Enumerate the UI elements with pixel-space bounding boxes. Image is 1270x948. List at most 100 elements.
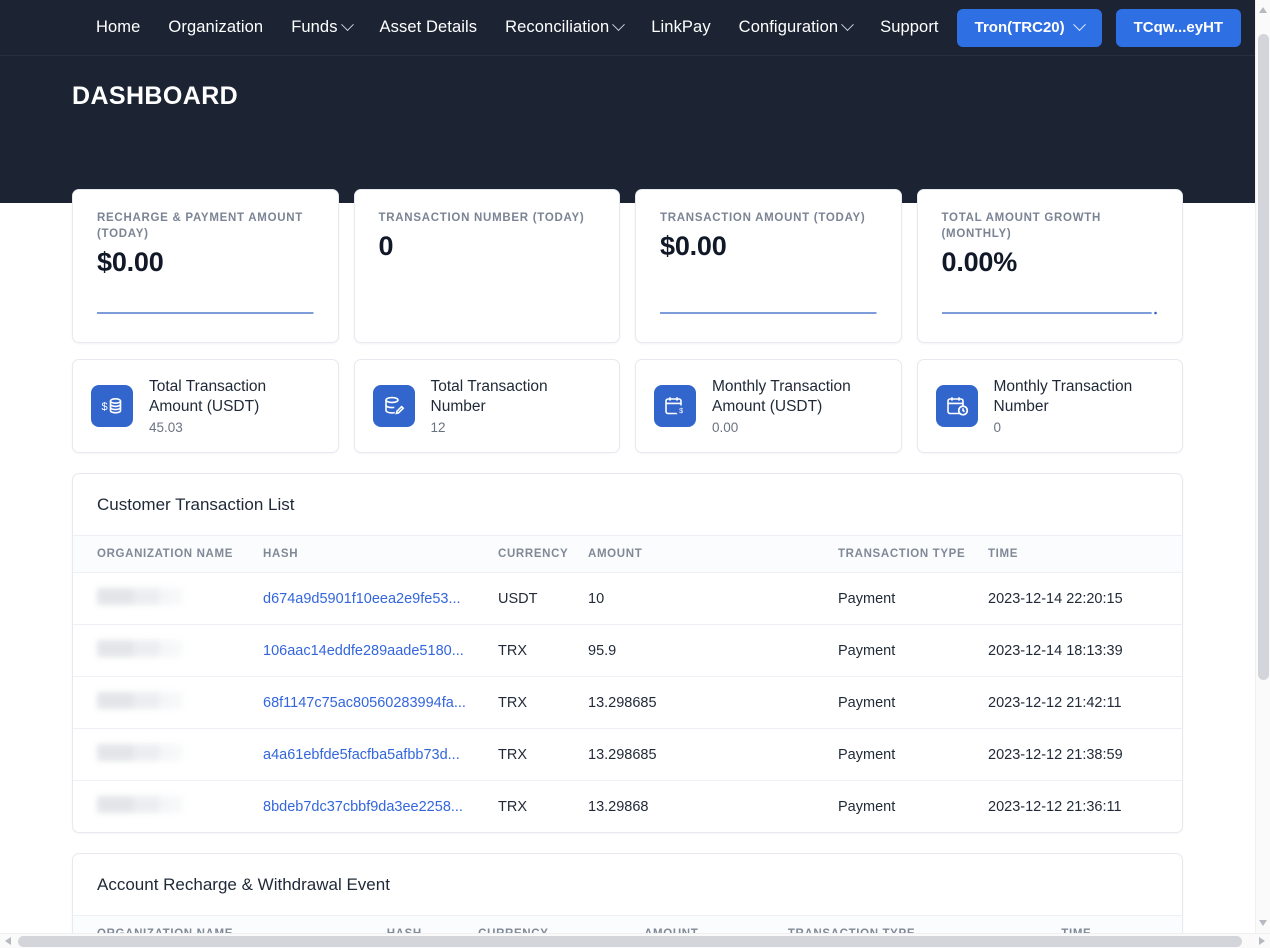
hash-link[interactable]: d674a9d5901f10eea2e9fe53... xyxy=(263,591,461,607)
database-edit-icon xyxy=(372,385,415,427)
summary-card-value: 0.00 xyxy=(712,420,739,435)
stat-card-label: TRANSACTION AMOUNT (TODAY) xyxy=(660,212,866,224)
column-header-currency[interactable]: CURRENCY xyxy=(498,536,588,573)
cell-currency: TRX xyxy=(498,624,588,677)
cell-time: 2023-12-14 22:20:15 xyxy=(988,572,1182,625)
panel-title: Account Recharge & Withdrawal Event xyxy=(73,854,1182,916)
summary-card-title: Total Transaction Amount (USDT) xyxy=(149,378,267,415)
column-header-time[interactable]: TIME xyxy=(988,536,1182,573)
cell-amount: 95.9 xyxy=(588,624,838,677)
svg-text:$: $ xyxy=(679,406,683,415)
nav-item-funds[interactable]: Funds xyxy=(291,18,354,37)
cell-amount: 10 xyxy=(588,572,838,625)
summary-card-value: 12 xyxy=(430,420,446,435)
svg-text:$: $ xyxy=(102,401,108,413)
cell-time: 2023-12-14 18:13:39 xyxy=(988,624,1182,677)
summary-card-text: Total Transaction Number 12 xyxy=(431,377,602,435)
browser-viewport: Home Organization Funds Asset Details Re… xyxy=(0,0,1270,948)
table-header: ORGANIZATION NAME HASH CURRENCY AMOUNT T… xyxy=(73,536,1182,573)
horizontal-scrollbar[interactable] xyxy=(0,933,1270,948)
calendar-dollar-icon: $ xyxy=(654,385,696,427)
calendar-clock-icon xyxy=(935,385,978,427)
scroll-down-arrow-icon[interactable] xyxy=(1259,920,1267,926)
nav-item-label: Support xyxy=(880,18,939,36)
cell-amount: 13.298685 xyxy=(588,728,838,781)
cell-currency: TRX xyxy=(498,676,588,729)
cell-hash: 106aac14eddfe289aade5180... xyxy=(263,624,498,677)
cell-transaction-type: Payment xyxy=(838,728,988,781)
chevron-down-icon xyxy=(340,18,354,32)
cell-organization-name xyxy=(73,624,263,677)
nav-item-linkpay[interactable]: LinkPay xyxy=(651,18,710,37)
scroll-up-arrow-icon[interactable] xyxy=(1259,7,1267,13)
scroll-right-arrow-icon[interactable] xyxy=(1259,937,1265,945)
vertical-scrollbar[interactable] xyxy=(1255,0,1270,933)
top-navbar: Home Organization Funds Asset Details Re… xyxy=(0,0,1255,56)
table-header-row: ORGANIZATION NAME HASH CURRENCY AMOUNT T… xyxy=(73,536,1182,573)
cell-organization-name xyxy=(73,572,263,625)
hash-link[interactable]: 8bdeb7dc37cbbf9da3ee2258... xyxy=(263,799,463,815)
cell-currency: TRX xyxy=(498,728,588,781)
cell-transaction-type: Payment xyxy=(838,572,988,625)
cell-hash: d674a9d5901f10eea2e9fe53... xyxy=(263,572,498,625)
redacted-organization-name xyxy=(97,744,183,761)
summary-card-text: Monthly Transaction Number 0 xyxy=(994,377,1165,435)
chevron-down-icon xyxy=(841,18,854,32)
cell-transaction-type: Payment xyxy=(838,798,896,815)
sparkline-chart xyxy=(97,312,314,314)
cell-organization-name xyxy=(73,728,263,781)
stat-card-label: TRANSACTION NUMBER (TODAY) xyxy=(378,212,585,224)
nav-item-label: Organization xyxy=(168,18,264,36)
network-selector-button[interactable]: Tron(TRC20) xyxy=(956,8,1102,47)
cell-time: 2023-12-12 21:42:11 xyxy=(988,676,1182,729)
panel-title: Customer Transaction List xyxy=(73,474,1182,536)
hash-link[interactable]: a4a61ebfde5facfba5afbb73d... xyxy=(263,747,460,763)
cell-organization-name xyxy=(73,676,263,729)
chevron-down-icon xyxy=(612,18,626,32)
stat-card-transaction-amount-today: TRANSACTION AMOUNT (TODAY) $0.00 xyxy=(635,189,902,343)
scroll-left-arrow-icon[interactable] xyxy=(5,937,11,945)
cell-organization-name xyxy=(73,781,263,833)
stat-card-recharge-payment-amount: RECHARGE & PAYMENT AMOUNT (TODAY) $0.00 xyxy=(72,189,339,343)
dashboard-content: RECHARGE & PAYMENT AMOUNT (TODAY) $0.00 … xyxy=(0,56,1255,948)
summary-card-total-transaction-amount: $ Total Transaction Amount (USDT) 45.03 xyxy=(72,359,339,453)
summary-card-title: Total Transaction Number xyxy=(430,378,548,415)
stat-card-label: RECHARGE & PAYMENT AMOUNT (TODAY) xyxy=(97,212,304,240)
stat-card-value: $0.00 xyxy=(97,247,164,277)
table-row[interactable]: 8bdeb7dc37cbbf9da3ee2258... TRX 13.29868… xyxy=(73,781,1182,833)
column-header-amount[interactable]: AMOUNT xyxy=(588,536,838,573)
table-row[interactable]: a4a61ebfde5facfba5afbb73d... TRX 13.2986… xyxy=(73,728,1182,781)
table-row[interactable]: 68f1147c75ac80560283994fa... TRX 13.2986… xyxy=(73,676,1182,729)
table-row[interactable]: d674a9d5901f10eea2e9fe53... USDT 10 Paym… xyxy=(73,572,1182,625)
summary-card-value: 0 xyxy=(993,420,1002,435)
vertical-scrollbar-thumb[interactable] xyxy=(1258,34,1269,680)
stat-card-value: $0.00 xyxy=(660,231,727,261)
redacted-organization-name xyxy=(97,692,183,709)
redacted-organization-name xyxy=(97,640,183,657)
hash-link[interactable]: 68f1147c75ac80560283994fa... xyxy=(263,695,466,711)
column-header-transaction-type[interactable]: TRANSACTION TYPE xyxy=(838,536,988,573)
nav-item-reconciliation[interactable]: Reconciliation xyxy=(505,18,626,37)
nav-item-home[interactable]: Home xyxy=(96,18,140,37)
nav-item-configuration[interactable]: Configuration xyxy=(739,18,854,37)
summary-card-monthly-transaction-amount: $ Monthly Transaction Amount (USDT) 0.00 xyxy=(635,359,902,453)
stat-card-transaction-number-today: TRANSACTION NUMBER (TODAY) 0 xyxy=(353,189,620,343)
table-row[interactable]: 106aac14eddfe289aade5180... TRX 95.9 Pay… xyxy=(73,624,1182,677)
summary-card-monthly-transaction-number: Monthly Transaction Number 0 xyxy=(916,359,1183,453)
nav-item-support[interactable]: Support xyxy=(880,18,939,37)
horizontal-scrollbar-thumb[interactable] xyxy=(18,936,1242,947)
redacted-organization-name xyxy=(97,796,183,813)
wallet-address-button[interactable]: TCqw...eyHT xyxy=(1115,8,1242,47)
nav-item-organization[interactable]: Organization xyxy=(168,18,263,37)
nav-item-asset-details[interactable]: Asset Details xyxy=(380,18,478,37)
nav-item-label: LinkPay xyxy=(651,18,711,36)
column-header-organization-name[interactable]: ORGANIZATION NAME xyxy=(73,536,263,573)
chevron-down-icon xyxy=(1072,18,1086,32)
cell-hash: a4a61ebfde5facfba5afbb73d... xyxy=(263,728,498,781)
column-header-hash[interactable]: HASH xyxy=(263,536,498,573)
summary-card-value: 45.03 xyxy=(149,420,183,435)
hash-link[interactable]: 106aac14eddfe289aade5180... xyxy=(263,643,464,659)
nav-item-label: Funds xyxy=(291,18,338,36)
table-body: d674a9d5901f10eea2e9fe53... USDT 10 Paym… xyxy=(73,572,1182,833)
summary-cards-row: $ Total Transaction Amount (USDT) 45.03 xyxy=(72,359,1183,453)
